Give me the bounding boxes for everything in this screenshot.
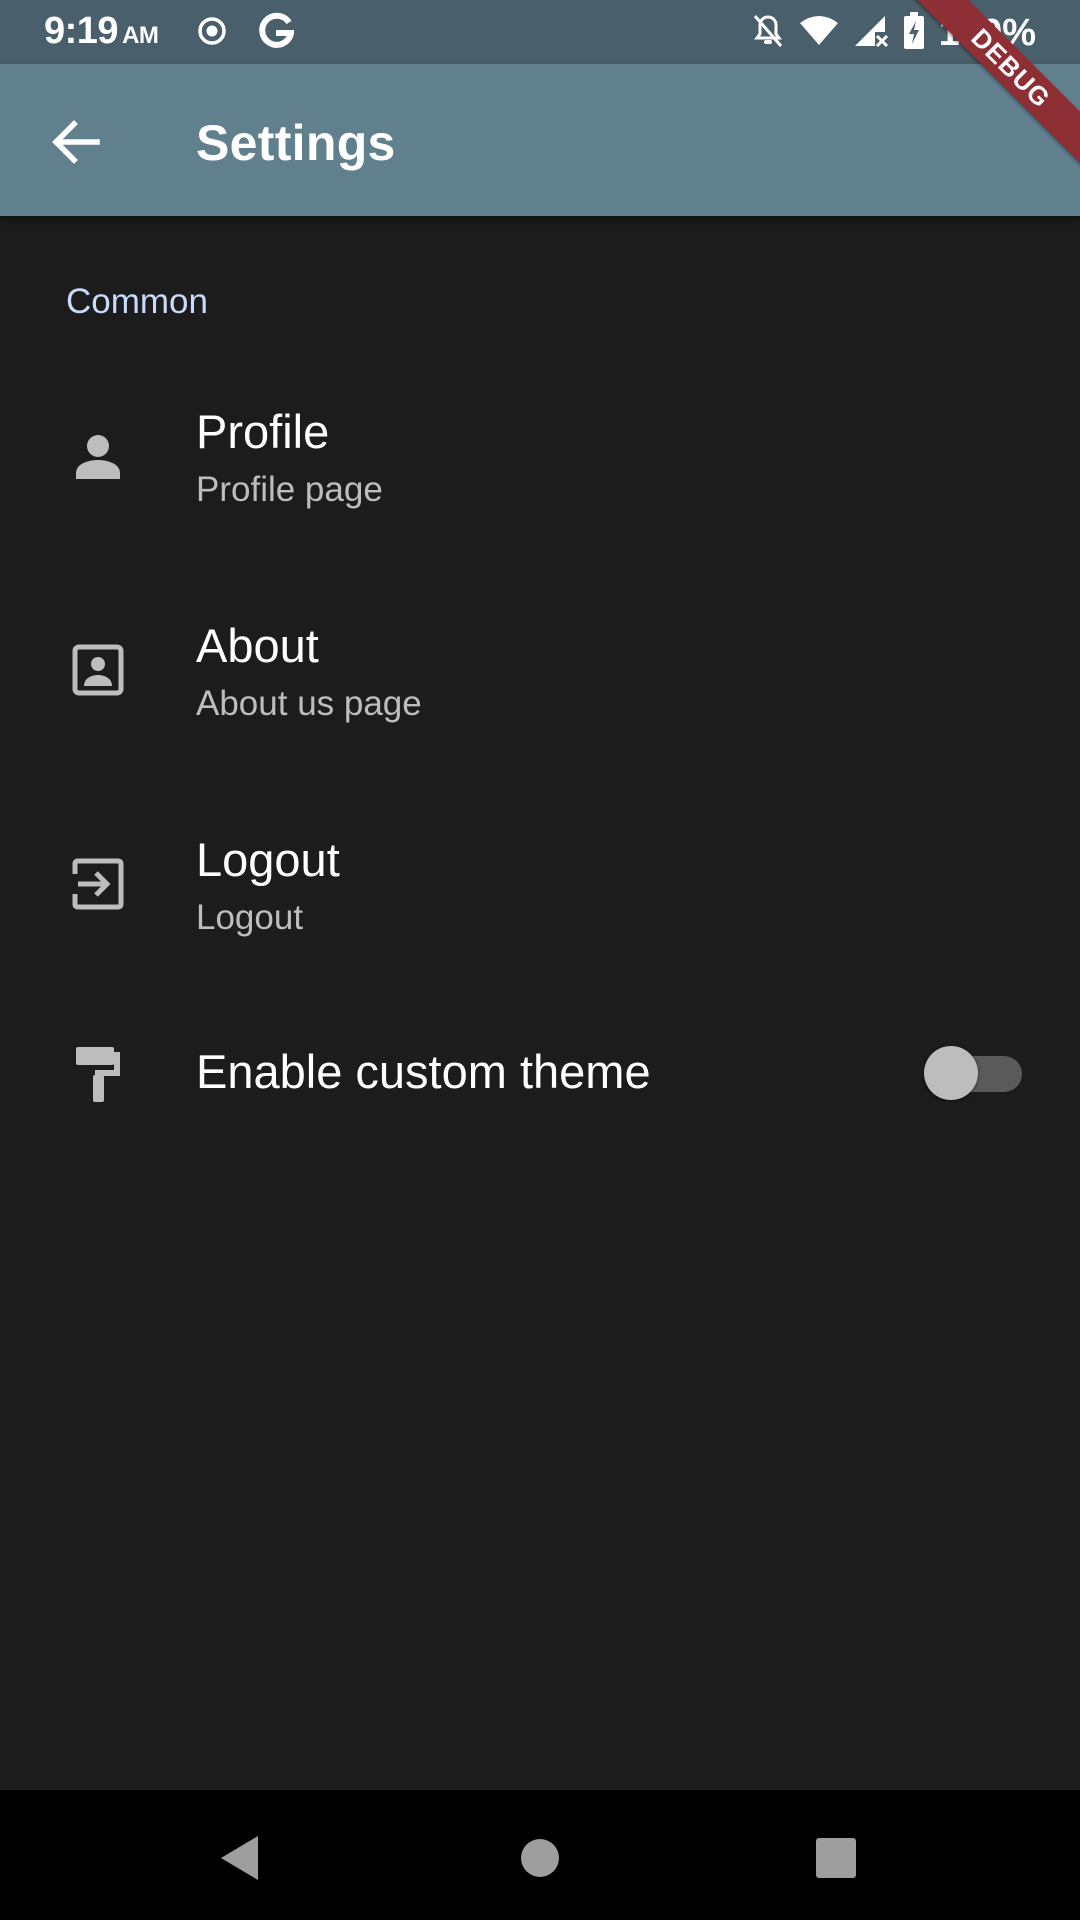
nav-home-button[interactable] xyxy=(500,1820,580,1900)
settings-tile-logout[interactable]: Logout Logout xyxy=(0,778,1080,992)
notifications-off-icon xyxy=(751,13,785,54)
tile-subtitle: Logout xyxy=(196,898,304,937)
wifi-icon xyxy=(799,15,839,52)
back-button[interactable] xyxy=(40,110,112,178)
home-circle-icon xyxy=(519,1837,561,1884)
person-icon xyxy=(66,424,130,488)
nav-back-button[interactable] xyxy=(200,1820,280,1900)
google-icon xyxy=(258,12,295,55)
format-paint-icon xyxy=(66,1042,130,1106)
signal-icon xyxy=(853,14,889,53)
tile-subtitle: Profile page xyxy=(196,470,383,509)
app-bar: Settings xyxy=(0,64,1080,216)
status-time: 9:19 AM xyxy=(44,10,159,53)
status-time-ampm: AM xyxy=(122,22,159,49)
status-time-value: 9:19 xyxy=(44,10,119,52)
logout-icon xyxy=(66,852,130,916)
tile-title: About xyxy=(196,619,319,672)
settings-tile-about[interactable]: About About us page xyxy=(0,564,1080,778)
battery-charging-icon xyxy=(903,12,925,55)
tile-subtitle: About us page xyxy=(196,684,422,723)
status-bar: 9:19AM 100% xyxy=(0,0,1080,64)
settings-tile-custom-theme[interactable]: Enable custom theme xyxy=(0,992,1080,1150)
arrow-back-icon xyxy=(52,119,100,169)
nav-recents-button[interactable] xyxy=(796,1820,876,1900)
custom-theme-switch[interactable] xyxy=(924,1042,1024,1100)
status-left-icons xyxy=(196,12,295,55)
system-nav-bar xyxy=(0,1790,1080,1920)
back-triangle-icon xyxy=(218,1834,262,1887)
contact-portrait-icon xyxy=(66,638,130,702)
settings-tile-profile[interactable]: Profile Profile page xyxy=(0,350,1080,564)
radio-icon xyxy=(196,15,228,52)
tile-title: Enable custom theme xyxy=(196,1045,651,1098)
page-title: Settings xyxy=(196,115,396,171)
switch-thumb xyxy=(924,1046,978,1100)
section-title-common: Common xyxy=(66,282,208,321)
tile-title: Profile xyxy=(196,405,330,458)
tile-title: Logout xyxy=(196,833,340,886)
recents-square-icon xyxy=(815,1837,857,1884)
